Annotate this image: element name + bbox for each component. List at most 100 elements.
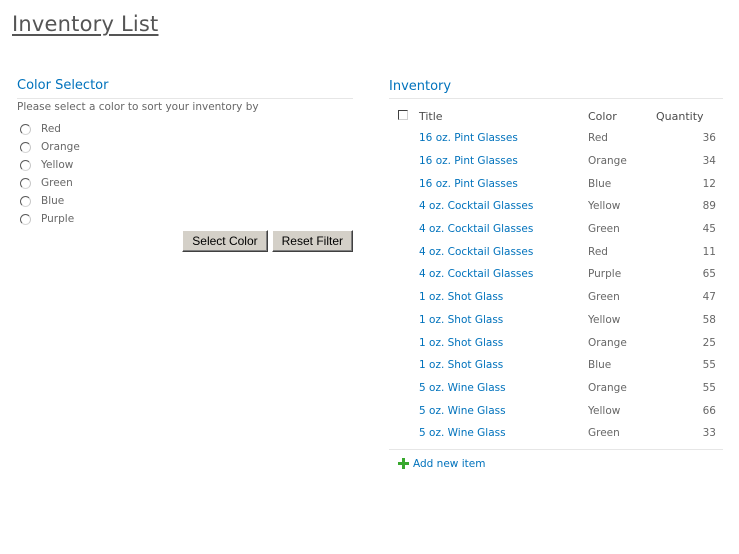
row-select-cell	[389, 309, 419, 332]
table-row[interactable]: 1 oz. Shot Glass Green 47	[389, 286, 723, 309]
cell-color: Yellow	[588, 313, 621, 326]
radio-button[interactable]	[20, 195, 31, 207]
table-row[interactable]: 1 oz. Shot Glass Orange 25	[389, 331, 723, 354]
reset-filter-button[interactable]: Reset Filter	[271, 230, 353, 252]
color-selector-description: Please select a color to sort your inven…	[17, 101, 259, 113]
cell-quantity: 66	[702, 404, 716, 417]
radio-option-yellow[interactable]: Yellow	[17, 156, 353, 174]
radio-button[interactable]	[20, 123, 31, 135]
radio-option-purple[interactable]: Purple	[17, 210, 353, 228]
cell-color: Green	[588, 291, 620, 304]
cell-quantity: 11	[702, 245, 716, 258]
radio-button[interactable]	[20, 177, 31, 189]
cell-quantity: 47	[702, 291, 716, 304]
cell-color: Orange	[588, 336, 627, 349]
radio-option-green[interactable]: Green	[17, 174, 353, 192]
table-row[interactable]: 4 oz. Cocktail Glasses Yellow 89	[389, 195, 723, 218]
item-title-link[interactable]: 5 oz. Wine Glass	[419, 405, 506, 417]
cell-quantity: 65	[702, 268, 716, 281]
cell-title: 1 oz. Shot Glass	[419, 309, 588, 332]
plus-icon[interactable]	[398, 458, 409, 470]
radio-button[interactable]	[20, 213, 31, 225]
table-row[interactable]: 4 oz. Cocktail Glasses Red 11	[389, 240, 723, 263]
table-row[interactable]: 4 oz. Cocktail Glasses Green 45	[389, 218, 723, 241]
row-select-cell	[389, 263, 419, 286]
cell-color: Blue	[588, 359, 612, 372]
item-title-link[interactable]: 16 oz. Pint Glasses	[419, 155, 518, 167]
item-title-link[interactable]: 1 oz. Shot Glass	[419, 291, 503, 303]
cell-title: 1 oz. Shot Glass	[419, 286, 588, 309]
item-title-link[interactable]: 4 oz. Cocktail Glasses	[419, 246, 533, 258]
item-title-link[interactable]: 16 oz. Pint Glasses	[419, 178, 518, 190]
select-all-cell	[389, 105, 419, 127]
table-row[interactable]: 16 oz. Pint Glasses Blue 12	[389, 172, 723, 195]
item-title-link[interactable]: 4 oz. Cocktail Glasses	[419, 223, 533, 235]
table-row[interactable]: 5 oz. Wine Glass Green 33	[389, 422, 723, 445]
radio-button[interactable]	[20, 141, 31, 153]
cell-title: 4 oz. Cocktail Glasses	[419, 218, 588, 241]
radio-label: Red	[41, 123, 61, 135]
list-footer: Add new item	[389, 448, 723, 470]
cell-color: Red	[588, 245, 608, 258]
cell-color: Green	[588, 223, 620, 236]
radio-option-blue[interactable]: Blue	[17, 192, 353, 210]
table-row[interactable]: 1 oz. Shot Glass Blue 55	[389, 354, 723, 377]
cell-title: 1 oz. Shot Glass	[419, 331, 588, 354]
select-color-button[interactable]: Select Color	[182, 230, 268, 252]
cell-quantity: 55	[702, 359, 716, 372]
table-header-row: Title Color Quantity	[389, 105, 723, 127]
cell-color: Blue	[588, 177, 612, 190]
item-title-link[interactable]: 1 oz. Shot Glass	[419, 359, 503, 371]
color-radio-list: Red Orange Yellow Green Blue Purple	[17, 120, 353, 228]
row-select-cell	[389, 399, 419, 422]
row-select-cell	[389, 422, 419, 445]
item-title-link[interactable]: 4 oz. Cocktail Glasses	[419, 200, 533, 212]
cell-title: 16 oz. Pint Glasses	[419, 172, 588, 195]
inventory-webpart: Inventory Title Color Quantity 16 oz. Pi…	[389, 79, 723, 470]
cell-quantity: 12	[702, 177, 716, 190]
inventory-title[interactable]: Inventory	[389, 79, 723, 99]
cell-quantity: 36	[702, 132, 716, 145]
row-select-cell	[389, 331, 419, 354]
item-title-link[interactable]: 4 oz. Cocktail Glasses	[419, 268, 533, 280]
radio-label: Orange	[41, 141, 80, 153]
table-row[interactable]: 5 oz. Wine Glass Orange 55	[389, 377, 723, 400]
cell-color: Purple	[588, 268, 622, 281]
row-select-cell	[389, 286, 419, 309]
column-header-color[interactable]: Color	[588, 105, 656, 127]
item-title-link[interactable]: 16 oz. Pint Glasses	[419, 132, 518, 144]
add-new-item-link[interactable]: Add new item	[413, 458, 485, 470]
cell-color: Red	[588, 132, 608, 145]
item-title-link[interactable]: 1 oz. Shot Glass	[419, 314, 503, 326]
cell-quantity: 55	[702, 381, 716, 394]
table-row[interactable]: 1 oz. Shot Glass Yellow 58	[389, 309, 723, 332]
table-row[interactable]: 16 oz. Pint Glasses Red 36	[389, 127, 723, 150]
item-title-link[interactable]: 1 oz. Shot Glass	[419, 337, 503, 349]
radio-option-orange[interactable]: Orange	[17, 138, 353, 156]
row-select-cell	[389, 127, 419, 150]
item-title-link[interactable]: 5 oz. Wine Glass	[419, 382, 506, 394]
radio-option-red[interactable]: Red	[17, 120, 353, 138]
inventory-rows: 16 oz. Pint Glasses Red 36 16 oz. Pint Glas…	[389, 127, 723, 445]
table-row[interactable]: 5 oz. Wine Glass Yellow 66	[389, 399, 723, 422]
cell-color: Orange	[588, 381, 627, 394]
page-title[interactable]: Inventory List	[12, 12, 159, 36]
row-select-cell	[389, 150, 419, 173]
select-all-checkbox[interactable]	[398, 109, 408, 120]
column-header-quantity[interactable]: Quantity	[656, 105, 723, 127]
cell-color: Yellow	[588, 200, 621, 213]
table-row[interactable]: 4 oz. Cocktail Glasses Purple 65	[389, 263, 723, 286]
row-select-cell	[389, 240, 419, 263]
cell-color: Orange	[588, 155, 627, 168]
column-header-title[interactable]: Title	[419, 105, 588, 127]
row-select-cell	[389, 354, 419, 377]
color-selector-title: Color Selector	[17, 78, 353, 99]
button-row: Select Color Reset Filter	[17, 230, 353, 252]
cell-quantity: 33	[702, 427, 716, 440]
item-title-link[interactable]: 5 oz. Wine Glass	[419, 427, 506, 439]
table-row[interactable]: 16 oz. Pint Glasses Orange 34	[389, 150, 723, 173]
row-select-cell	[389, 172, 419, 195]
cell-color: Green	[588, 427, 620, 440]
cell-title: 5 oz. Wine Glass	[419, 399, 588, 422]
radio-button[interactable]	[20, 159, 31, 171]
